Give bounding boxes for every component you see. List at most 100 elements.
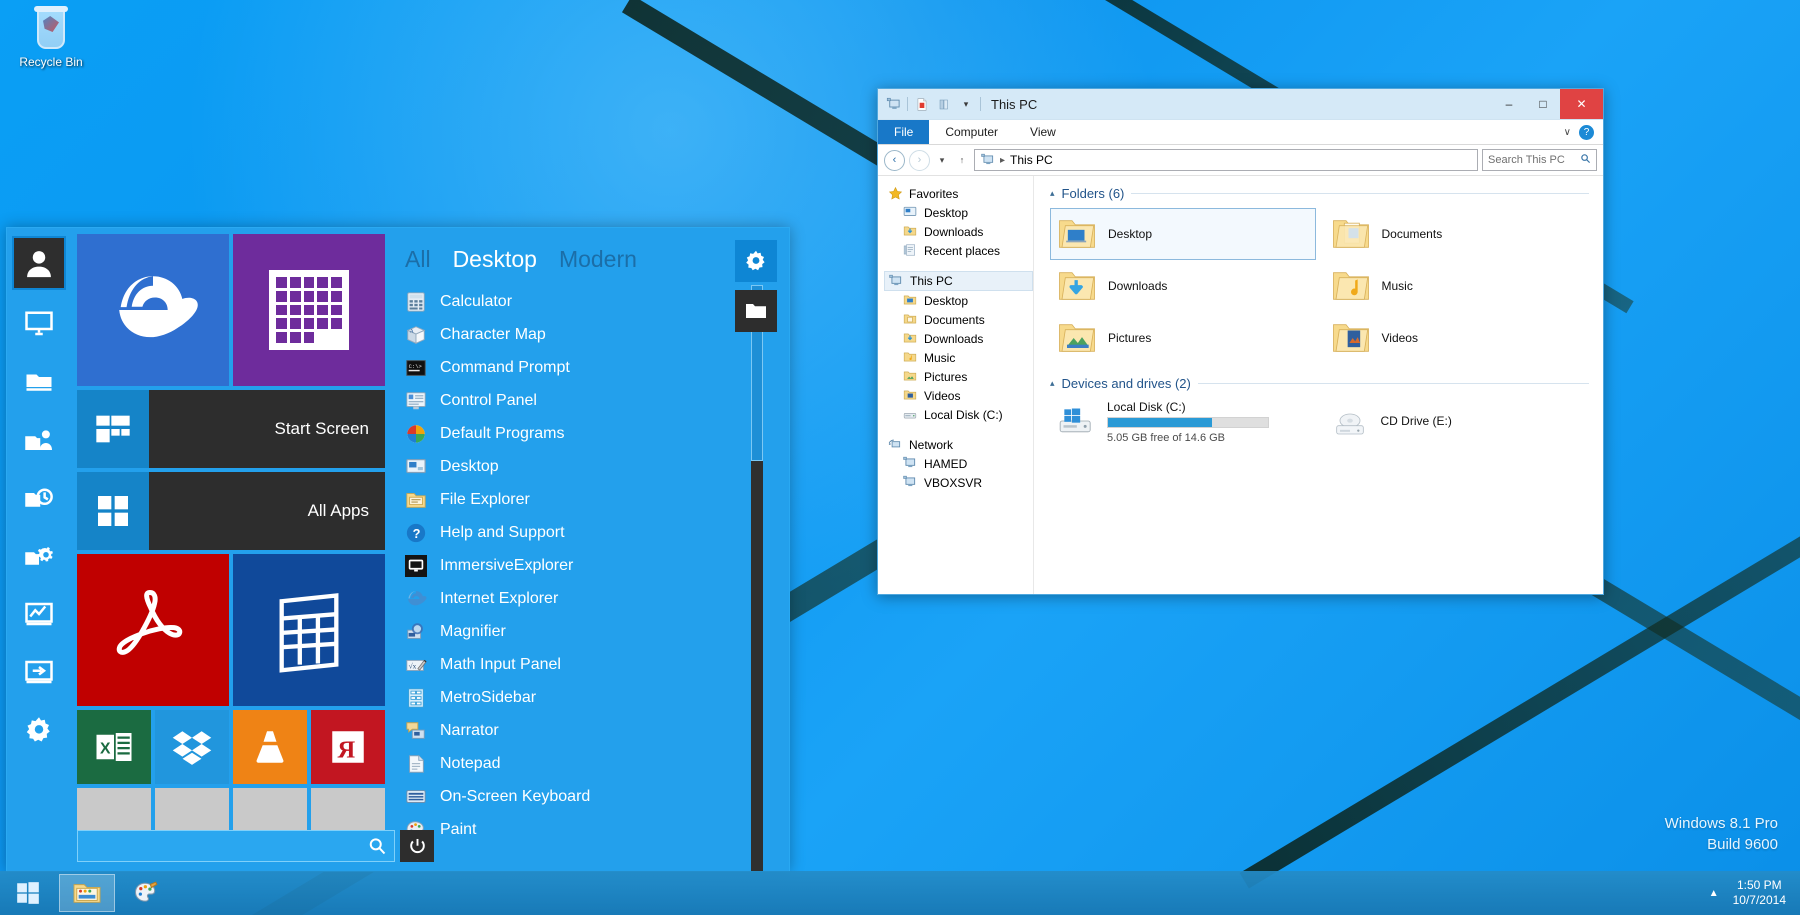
help-icon[interactable]: ? bbox=[1579, 125, 1594, 140]
file-explorer-window[interactable]: ▾ This PC – □ ✕ File Computer View ∨ ? ‹… bbox=[877, 88, 1604, 595]
app-item-magnifier[interactable]: Magnifier bbox=[405, 615, 789, 648]
rail-item-user-avatar[interactable] bbox=[14, 238, 64, 288]
collapse-triangle-icon[interactable]: ▴ bbox=[1050, 188, 1055, 199]
rail-item-control-panel[interactable] bbox=[15, 534, 63, 578]
app-item-desktop[interactable]: Desktop bbox=[405, 450, 789, 483]
taskbar-file-explorer[interactable] bbox=[59, 874, 115, 912]
tile-winrar[interactable]: Я bbox=[311, 710, 385, 784]
app-item-notepad[interactable]: Notepad bbox=[405, 747, 789, 780]
collapse-triangle-icon[interactable]: ▴ bbox=[1050, 378, 1055, 389]
app-item-file-explorer[interactable]: File Explorer bbox=[405, 483, 789, 516]
tile-modern-apps[interactable] bbox=[233, 234, 385, 386]
up-button[interactable]: ↑ bbox=[954, 155, 970, 165]
start-menu-folder-button[interactable] bbox=[735, 290, 777, 332]
rail-item-recent[interactable] bbox=[15, 476, 63, 520]
explorer-title-bar[interactable]: ▾ This PC – □ ✕ bbox=[878, 89, 1603, 120]
close-button[interactable]: ✕ bbox=[1560, 89, 1603, 119]
app-item-help-and-support[interactable]: ? Help and Support bbox=[405, 516, 789, 549]
app-item-narrator[interactable]: Narrator bbox=[405, 714, 789, 747]
tile-start-screen[interactable]: Start Screen bbox=[77, 390, 385, 468]
tile-all-apps[interactable]: All Apps bbox=[77, 472, 385, 550]
tile-dropbox[interactable] bbox=[155, 710, 229, 784]
taskbar[interactable]: ▲ 1:50 PM 10/7/2014 bbox=[0, 871, 1800, 915]
start-menu[interactable]: Start Screen All Apps bbox=[6, 227, 790, 872]
app-item-math-input-panel[interactable]: √x Math Input Panel bbox=[405, 648, 789, 681]
power-button[interactable] bbox=[400, 830, 434, 862]
breadcrumb-item-this-pc[interactable]: This PC bbox=[1010, 153, 1053, 167]
clock[interactable]: 1:50 PM 10/7/2014 bbox=[1733, 878, 1786, 908]
app-item-on-screen-keyboard[interactable]: On-Screen Keyboard bbox=[405, 780, 789, 813]
app-item-immersiveexplorer[interactable]: ImmersiveExplorer bbox=[405, 549, 789, 582]
explorer-search-box[interactable]: Search This PC bbox=[1482, 149, 1597, 171]
ribbon-tab-view[interactable]: View bbox=[1014, 120, 1072, 144]
nav-item-music[interactable]: Music bbox=[884, 348, 1033, 367]
start-button[interactable] bbox=[0, 871, 56, 915]
tile-internet-explorer[interactable] bbox=[77, 234, 229, 386]
tile-excel[interactable]: X bbox=[77, 710, 151, 784]
nav-item-network[interactable]: Network bbox=[884, 435, 1033, 454]
drive-item-local-disk-c[interactable]: Local Disk (C:) 5.05 GB free of 14.6 GB bbox=[1050, 398, 1316, 446]
tile-adobe-acrobat[interactable] bbox=[77, 554, 229, 706]
folder-item-downloads[interactable]: Downloads bbox=[1050, 260, 1316, 312]
desktop[interactable]: Recycle Bin Windows 8.1 Pro Build 9600 bbox=[0, 0, 1800, 915]
folder-item-pictures[interactable]: Pictures bbox=[1050, 312, 1316, 364]
nav-item-recent-places[interactable]: Recent places bbox=[884, 241, 1033, 260]
app-list-scrollbar[interactable] bbox=[751, 285, 763, 871]
app-list[interactable]: Calculator A Character Map C:\> Command … bbox=[391, 285, 789, 871]
nav-item-this-pc[interactable]: This PC bbox=[884, 271, 1033, 291]
folder-item-videos[interactable]: Videos bbox=[1324, 312, 1590, 364]
taskbar-paint[interactable] bbox=[118, 874, 174, 912]
rail-item-computer[interactable] bbox=[15, 302, 63, 346]
folder-item-desktop[interactable]: Desktop bbox=[1050, 208, 1316, 260]
app-item-metrosidebar[interactable]: MetroSidebar bbox=[405, 681, 789, 714]
app-item-command-prompt[interactable]: C:\> Command Prompt bbox=[405, 351, 789, 384]
desktop-icon-recycle-bin[interactable]: Recycle Bin bbox=[8, 6, 94, 69]
search-button[interactable] bbox=[360, 831, 394, 861]
tile-vlc[interactable] bbox=[233, 710, 307, 784]
app-filter-desktop[interactable]: Desktop bbox=[453, 246, 537, 273]
app-item-default-programs[interactable]: Default Programs bbox=[405, 417, 789, 450]
search-input[interactable] bbox=[78, 831, 360, 861]
start-menu-settings-button[interactable] bbox=[735, 240, 777, 282]
rail-item-settings[interactable] bbox=[15, 708, 63, 752]
app-item-internet-explorer[interactable]: Internet Explorer bbox=[405, 582, 789, 615]
nav-item-favorites[interactable]: Favorites bbox=[884, 184, 1033, 203]
customize-qat-icon[interactable]: ▾ bbox=[958, 96, 974, 112]
nav-item-vboxsvr[interactable]: VBOXSVR bbox=[884, 473, 1033, 492]
folder-item-documents[interactable]: Documents bbox=[1324, 208, 1590, 260]
show-hidden-icons-button[interactable]: ▲ bbox=[1709, 888, 1719, 899]
drive-item-cd-drive-e[interactable]: CD Drive (E:) bbox=[1324, 398, 1590, 446]
start-menu-search[interactable] bbox=[77, 830, 395, 862]
ribbon-tab-file[interactable]: File bbox=[878, 120, 929, 144]
maximize-button[interactable]: □ bbox=[1526, 89, 1560, 119]
nav-item-hamed[interactable]: HAMED bbox=[884, 454, 1033, 473]
this-pc-icon[interactable] bbox=[885, 96, 901, 112]
new-folder-icon[interactable] bbox=[936, 96, 952, 112]
app-filter-modern[interactable]: Modern bbox=[559, 246, 637, 273]
nav-item-desktop[interactable]: Desktop bbox=[884, 203, 1033, 222]
app-item-character-map[interactable]: A Character Map bbox=[405, 318, 789, 351]
nav-item-local-disk-c[interactable]: Local Disk (C:) bbox=[884, 405, 1033, 424]
app-filter-all[interactable]: All bbox=[405, 246, 431, 273]
rail-item-performance[interactable] bbox=[15, 592, 63, 636]
navigation-pane[interactable]: Favorites Desktop Downloads Recent place… bbox=[878, 176, 1034, 594]
rail-item-documents[interactable] bbox=[15, 360, 63, 404]
forward-button[interactable]: › bbox=[909, 150, 930, 171]
content-pane[interactable]: ▴ Folders (6) Desktop bbox=[1034, 176, 1603, 594]
back-button[interactable]: ‹ bbox=[884, 150, 905, 171]
nav-item-documents[interactable]: Documents bbox=[884, 310, 1033, 329]
folder-item-music[interactable]: Music bbox=[1324, 260, 1590, 312]
properties-icon[interactable] bbox=[914, 96, 930, 112]
nav-item-desktop-pc[interactable]: Desktop bbox=[884, 291, 1033, 310]
app-item-control-panel[interactable]: Control Panel bbox=[405, 384, 789, 417]
nav-item-downloads-pc[interactable]: Downloads bbox=[884, 329, 1033, 348]
breadcrumb[interactable]: ▸ This PC bbox=[974, 149, 1478, 171]
app-item-calculator[interactable]: Calculator bbox=[405, 285, 789, 318]
rail-item-homegroup[interactable] bbox=[15, 418, 63, 462]
nav-item-videos[interactable]: Videos bbox=[884, 386, 1033, 405]
nav-item-downloads[interactable]: Downloads bbox=[884, 222, 1033, 241]
recent-locations-button[interactable]: ▾ bbox=[934, 155, 950, 166]
nav-item-pictures[interactable]: Pictures bbox=[884, 367, 1033, 386]
ribbon-collapse-icon[interactable]: ∨ bbox=[1564, 127, 1571, 138]
minimize-button[interactable]: – bbox=[1492, 89, 1526, 119]
